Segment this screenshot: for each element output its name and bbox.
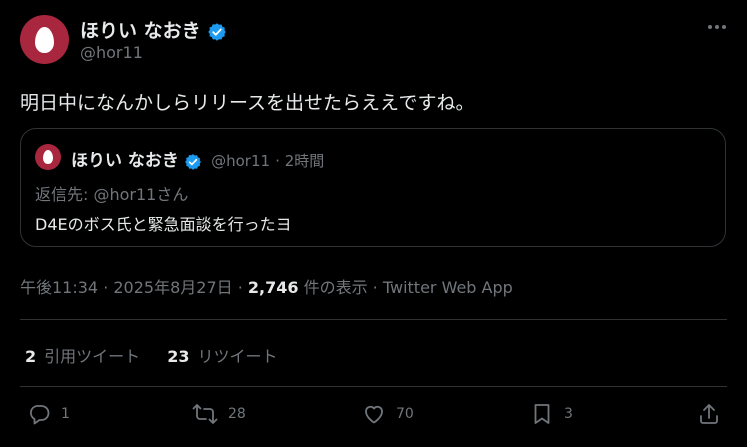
- egg-avatar-icon: [43, 150, 53, 164]
- egg-avatar-icon: [35, 26, 54, 53]
- avatar[interactable]: [20, 15, 69, 64]
- divider: [20, 386, 727, 387]
- reply-button[interactable]: 1: [27, 402, 70, 426]
- reply-icon: [30, 405, 50, 425]
- quote-text: D4Eのボス氏と緊急面談を行ったヨ: [35, 215, 292, 234]
- author-name-row[interactable]: ほりい なおき: [80, 16, 227, 43]
- quote-avatar[interactable]: [35, 144, 61, 170]
- author-handle[interactable]: @hor11: [80, 43, 143, 62]
- like-count: 70: [396, 406, 414, 422]
- tweet-meta: 午後11:34 · 2025年8月27日 · 2,746 件の表示 · Twit…: [20, 274, 513, 298]
- bookmark-icon: [534, 404, 550, 424]
- share-button[interactable]: [697, 402, 721, 426]
- like-icon: [365, 405, 383, 424]
- quote-time: · 2時間: [275, 152, 325, 170]
- more-icon[interactable]: [705, 18, 729, 36]
- views-label: 件の表示 ·: [298, 278, 383, 297]
- reply-count: 1: [61, 406, 70, 422]
- author-name[interactable]: ほりい なおき: [80, 20, 201, 42]
- bookmark-count: 3: [564, 406, 573, 422]
- retweet-icon: [192, 404, 218, 424]
- retweets-link[interactable]: 23 リツイート: [167, 347, 277, 366]
- bookmark-button[interactable]: 3: [530, 402, 573, 426]
- like-button[interactable]: 70: [362, 402, 414, 426]
- quote-author-name: ほりい なおき: [71, 151, 179, 171]
- reply-to: 返信先: @hor11さん: [35, 185, 189, 204]
- views-count: 2,746: [247, 278, 299, 297]
- tweet-text: 明日中になんかしらリリースを出せたらええですね。: [20, 92, 475, 114]
- quote-header: ほりい なおき @hor11 · 2時間: [71, 146, 324, 171]
- verified-badge-icon: [185, 153, 201, 170]
- retweet-button[interactable]: 28: [192, 402, 246, 426]
- quote-tweets-link[interactable]: 2 引用ツイート: [25, 347, 140, 366]
- retweet-count: 28: [228, 406, 246, 422]
- timestamp[interactable]: 午後11:34 · 2025年8月27日 ·: [20, 278, 248, 297]
- source[interactable]: Twitter Web App: [383, 278, 513, 297]
- verified-badge-icon: [208, 22, 226, 41]
- quote-author-handle: @hor11: [211, 152, 271, 170]
- share-icon: [700, 404, 718, 424]
- engagement-stats: 2 引用ツイート 23 リツイート: [25, 343, 278, 367]
- divider: [20, 319, 727, 320]
- quoted-tweet[interactable]: ほりい なおき @hor11 · 2時間 返信先: @hor11さん D4Eのボ…: [20, 128, 726, 247]
